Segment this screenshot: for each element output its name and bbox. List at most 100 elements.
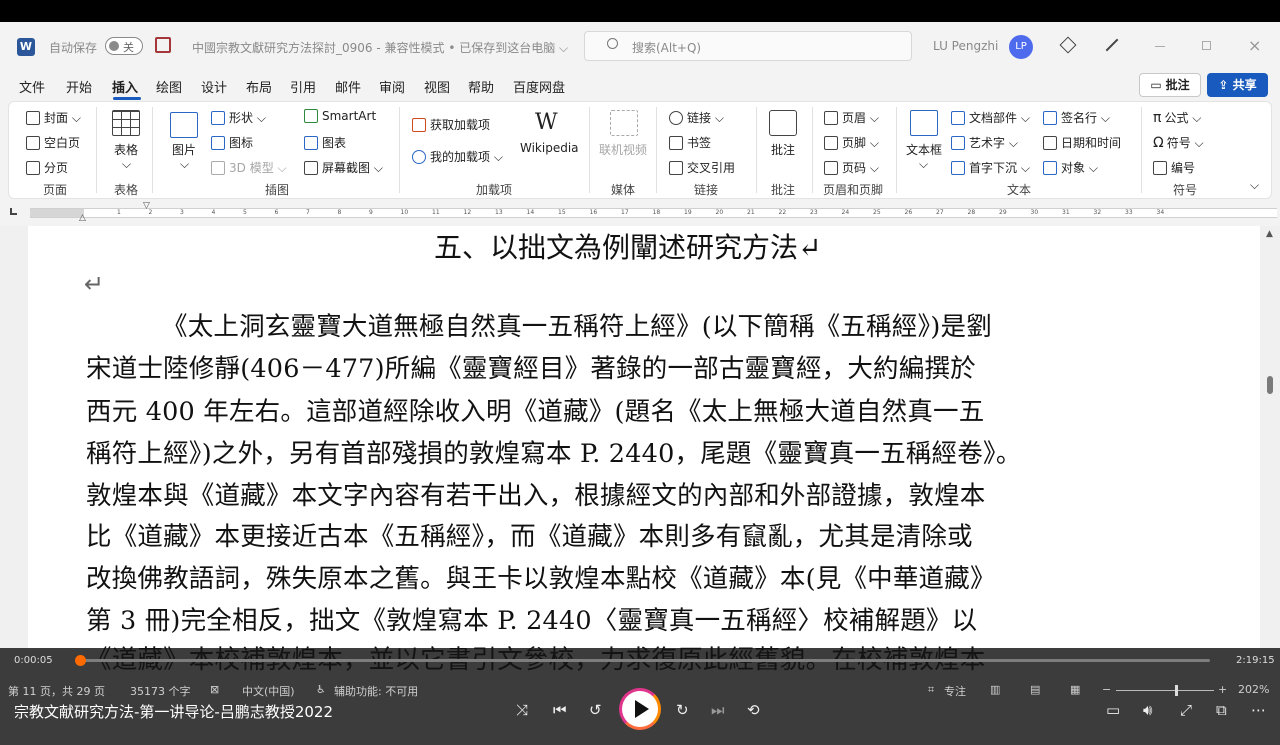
shapes-button[interactable]: 形状 ⌵ xyxy=(211,109,266,126)
zoom-in-icon[interactable]: + xyxy=(1218,683,1227,696)
cast-icon[interactable]: ⧉ xyxy=(1216,701,1227,719)
zoom-slider-thumb[interactable] xyxy=(1175,685,1178,696)
date-time-button[interactable]: 日期和时间 xyxy=(1043,134,1121,151)
tab-references[interactable]: 引用 xyxy=(290,77,316,96)
table-dropdown-icon[interactable]: ⌵ xyxy=(122,157,131,172)
web-layout-icon[interactable]: ▦ xyxy=(1070,683,1080,696)
drop-cap-button[interactable]: 首字下沉 ⌵ xyxy=(951,159,1030,176)
subtitles-icon[interactable]: ▭ xyxy=(1106,701,1120,719)
equation-button[interactable]: π 公式 ⌵ xyxy=(1153,109,1201,126)
link-button[interactable]: 链接 ⌵ xyxy=(669,109,724,126)
wikipedia-button[interactable]: Wikipedia xyxy=(520,141,579,155)
zoom-slider[interactable] xyxy=(1116,690,1214,691)
number-button[interactable]: 编号 xyxy=(1153,159,1195,176)
video-progress-handle[interactable] xyxy=(74,655,86,666)
signature-line-button[interactable]: 签名行 ⌵ xyxy=(1043,109,1110,126)
tab-draw[interactable]: 绘图 xyxy=(156,77,182,96)
smartart-button[interactable]: SmartArt xyxy=(304,109,376,123)
wikipedia-icon: W xyxy=(535,110,558,135)
wordart-button[interactable]: 艺术字 ⌵ xyxy=(951,134,1018,151)
chart-button[interactable]: 图表 xyxy=(304,134,346,151)
more-options-icon[interactable]: ⋯ xyxy=(1251,701,1266,719)
zoom-out-icon[interactable]: − xyxy=(1102,683,1111,696)
ruler-number: 13 xyxy=(495,209,503,216)
picture-dropdown-icon[interactable]: ⌵ xyxy=(180,157,189,172)
avatar[interactable]: LP xyxy=(1009,35,1033,59)
bookmark-button[interactable]: 书签 xyxy=(669,134,711,151)
print-layout-icon[interactable]: ▤ xyxy=(1030,683,1040,696)
focus-button[interactable]: 专注 xyxy=(944,683,966,699)
ruler-number: 26 xyxy=(904,209,913,216)
tab-home[interactable]: 开始 xyxy=(66,77,92,96)
tab-help[interactable]: 帮助 xyxy=(468,77,494,96)
group-label-pages: 页面 xyxy=(43,183,68,197)
accessibility-status[interactable]: 辅助功能: 不可用 xyxy=(334,683,418,699)
minimize-icon[interactable] xyxy=(1155,46,1165,47)
language-indicator[interactable]: 中文(中国) xyxy=(242,683,295,699)
accessibility-icon[interactable]: ♿ xyxy=(316,683,326,696)
word-count[interactable]: 35173 个字 xyxy=(130,683,191,699)
autosave-toggle[interactable]: 关 xyxy=(105,37,143,55)
get-addins-button[interactable]: 获取加载项 xyxy=(412,116,490,133)
new-comment-button[interactable]: 批注 xyxy=(771,141,795,158)
textbox-dropdown-icon[interactable]: ⌵ xyxy=(919,157,928,172)
footer-button[interactable]: 页脚 ⌵ xyxy=(824,134,879,151)
vertical-scrollbar[interactable] xyxy=(1264,226,1280,650)
tab-view[interactable]: 视图 xyxy=(424,77,450,96)
footer-icon xyxy=(824,136,838,150)
zoom-level[interactable]: 202% xyxy=(1238,683,1269,696)
proofing-icon[interactable]: ⊠ xyxy=(210,683,219,696)
tab-mailings[interactable]: 邮件 xyxy=(335,77,361,96)
blank-page-button[interactable]: 空白页 xyxy=(26,134,80,151)
tab-baidu-netdisk[interactable]: 百度网盘 xyxy=(513,77,565,96)
scroll-up-icon[interactable]: ▲ xyxy=(1266,229,1273,239)
restore-icon[interactable] xyxy=(1202,41,1211,50)
3d-models-button[interactable]: 3D 模型 ⌵ xyxy=(211,159,287,176)
screenshot-button[interactable]: 屏幕截图 ⌵ xyxy=(304,159,383,176)
tab-file[interactable]: 文件 xyxy=(19,77,45,96)
symbol-button[interactable]: Ω 符号 ⌵ xyxy=(1153,134,1204,151)
left-indent-marker-icon[interactable]: △ xyxy=(79,213,86,223)
online-video-button[interactable]: 联机视频 xyxy=(599,141,647,158)
document-title[interactable]: 中國宗教文獻研究方法探討_0906 - 兼容性模式 • 已保存到这台电脑 ⌵ xyxy=(192,39,568,56)
scroll-thumb[interactable] xyxy=(1267,376,1273,394)
page-count[interactable]: 第 11 页，共 29 页 xyxy=(8,683,105,699)
quick-parts-button[interactable]: 文档部件 ⌵ xyxy=(951,109,1030,126)
previous-icon[interactable]: ⏮ xyxy=(553,701,567,719)
tab-selector-icon[interactable] xyxy=(10,208,17,215)
tab-review[interactable]: 审阅 xyxy=(379,77,405,96)
header-button[interactable]: 页眉 ⌵ xyxy=(824,109,879,126)
tab-design[interactable]: 设计 xyxy=(201,77,227,96)
my-addins-button[interactable]: 我的加载项 ⌵ xyxy=(412,148,503,165)
shuffle-icon[interactable]: ⤨ xyxy=(516,701,528,719)
pi-icon: π xyxy=(1153,110,1162,126)
fullscreen-icon[interactable]: ⤢ xyxy=(1180,701,1192,719)
tab-insert[interactable]: 插入 xyxy=(112,77,138,96)
icons-button[interactable]: 图标 xyxy=(211,134,253,151)
tab-layout[interactable]: 布局 xyxy=(246,77,272,96)
cross-reference-button[interactable]: 交叉引用 xyxy=(669,159,735,176)
video-progress-track[interactable] xyxy=(80,659,1210,662)
page-number-button[interactable]: 页码 ⌵ xyxy=(824,159,879,176)
rewind-10-icon[interactable]: ↺ xyxy=(589,701,602,719)
share-button[interactable]: ⇪ 共享 xyxy=(1207,73,1268,97)
close-icon[interactable]: × xyxy=(1248,36,1261,55)
page-break-button[interactable]: 分页 xyxy=(26,159,68,176)
user-name[interactable]: LU Pengzhi xyxy=(933,39,998,53)
forward-30-icon[interactable]: ↻ xyxy=(676,701,689,719)
textbox-button[interactable]: 文本框 xyxy=(906,141,942,158)
cover-page-button[interactable]: 封面 ⌵ xyxy=(26,109,81,126)
picture-button[interactable]: 图片 xyxy=(172,141,196,158)
next-icon[interactable]: ⏭ xyxy=(711,701,725,719)
volume-icon[interactable]: 🔊︎ xyxy=(1143,701,1152,719)
table-button[interactable]: 表格 xyxy=(114,141,138,158)
object-button[interactable]: 对象 ⌵ xyxy=(1043,159,1098,176)
page-number-label: 页码 xyxy=(842,161,867,175)
save-icon[interactable] xyxy=(155,37,171,53)
repeat-off-icon[interactable]: ⟲ xyxy=(747,701,760,719)
comments-button[interactable]: ▭ 批注 xyxy=(1139,73,1201,97)
read-mode-icon[interactable]: ▥ xyxy=(990,683,1000,696)
search-box[interactable]: 搜索(Alt+Q) xyxy=(584,31,912,61)
focus-icon[interactable]: ⌗ xyxy=(928,683,934,697)
collapse-ribbon-icon[interactable]: ⌵ xyxy=(1250,178,1259,193)
